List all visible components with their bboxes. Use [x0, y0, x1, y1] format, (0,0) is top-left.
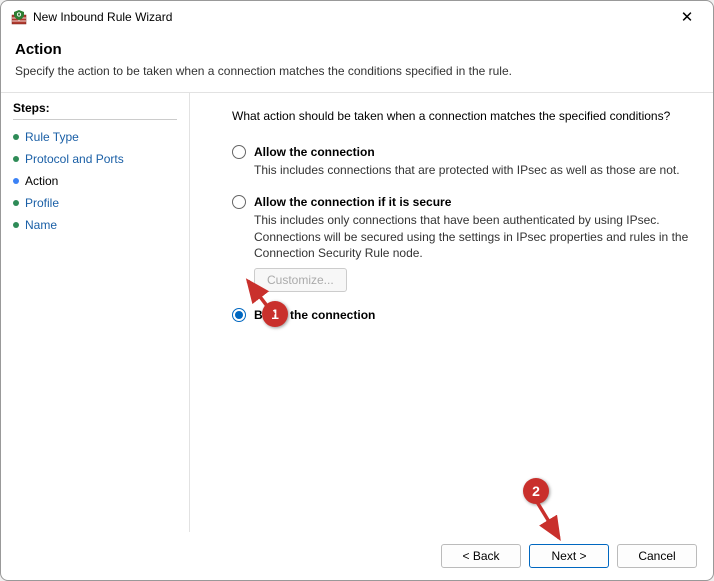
step-name[interactable]: Name	[13, 214, 177, 236]
option-label: Allow the connection if it is secure	[254, 195, 451, 209]
window-title: New Inbound Rule Wizard	[33, 10, 671, 24]
header: Action Specify the action to be taken wh…	[1, 33, 713, 93]
step-protocol-ports[interactable]: Protocol and Ports	[13, 148, 177, 170]
body: Steps: Rule Type Protocol and Ports Acti…	[1, 93, 713, 532]
bullet-icon	[13, 222, 19, 228]
step-profile[interactable]: Profile	[13, 192, 177, 214]
firewall-icon	[11, 9, 27, 25]
step-label: Profile	[25, 196, 59, 210]
page-description: Specify the action to be taken when a co…	[15, 64, 699, 78]
wizard-window: New Inbound Rule Wizard ✕ Action Specify…	[0, 0, 714, 581]
option-label: Block the connection	[254, 308, 375, 322]
step-label: Name	[25, 218, 57, 232]
bullet-icon	[13, 200, 19, 206]
option-row[interactable]: Allow the connection	[232, 145, 689, 159]
option-block: Block the connection	[232, 308, 689, 322]
bullet-icon	[13, 134, 19, 140]
close-icon[interactable]: ✕	[671, 8, 703, 26]
next-button[interactable]: Next >	[529, 544, 609, 568]
prompt-text: What action should be taken when a conne…	[232, 109, 689, 123]
bullet-icon	[13, 156, 19, 162]
option-desc: This includes connections that are prote…	[254, 162, 689, 179]
option-label: Allow the connection	[254, 145, 375, 159]
cancel-button[interactable]: Cancel	[617, 544, 697, 568]
option-row[interactable]: Allow the connection if it is secure	[232, 195, 689, 209]
bullet-icon	[13, 178, 19, 184]
step-action[interactable]: Action	[13, 170, 177, 192]
main-panel: What action should be taken when a conne…	[189, 93, 713, 532]
step-label: Action	[25, 174, 58, 188]
option-allow: Allow the connection This includes conne…	[232, 145, 689, 179]
page-title: Action	[15, 41, 699, 58]
radio-allow-secure[interactable]	[232, 195, 246, 209]
footer: < Back Next > Cancel	[1, 532, 713, 580]
customize-button: Customize...	[254, 268, 347, 292]
option-allow-secure: Allow the connection if it is secure Thi…	[232, 195, 689, 292]
step-label: Rule Type	[25, 130, 79, 144]
step-rule-type[interactable]: Rule Type	[13, 126, 177, 148]
titlebar: New Inbound Rule Wizard ✕	[1, 1, 713, 33]
step-label: Protocol and Ports	[25, 152, 124, 166]
radio-allow[interactable]	[232, 145, 246, 159]
back-button[interactable]: < Back	[441, 544, 521, 568]
option-row[interactable]: Block the connection	[232, 308, 689, 322]
option-desc: This includes only connections that have…	[254, 212, 689, 262]
radio-block[interactable]	[232, 308, 246, 322]
steps-title: Steps:	[13, 93, 177, 120]
steps-sidebar: Steps: Rule Type Protocol and Ports Acti…	[1, 93, 189, 532]
